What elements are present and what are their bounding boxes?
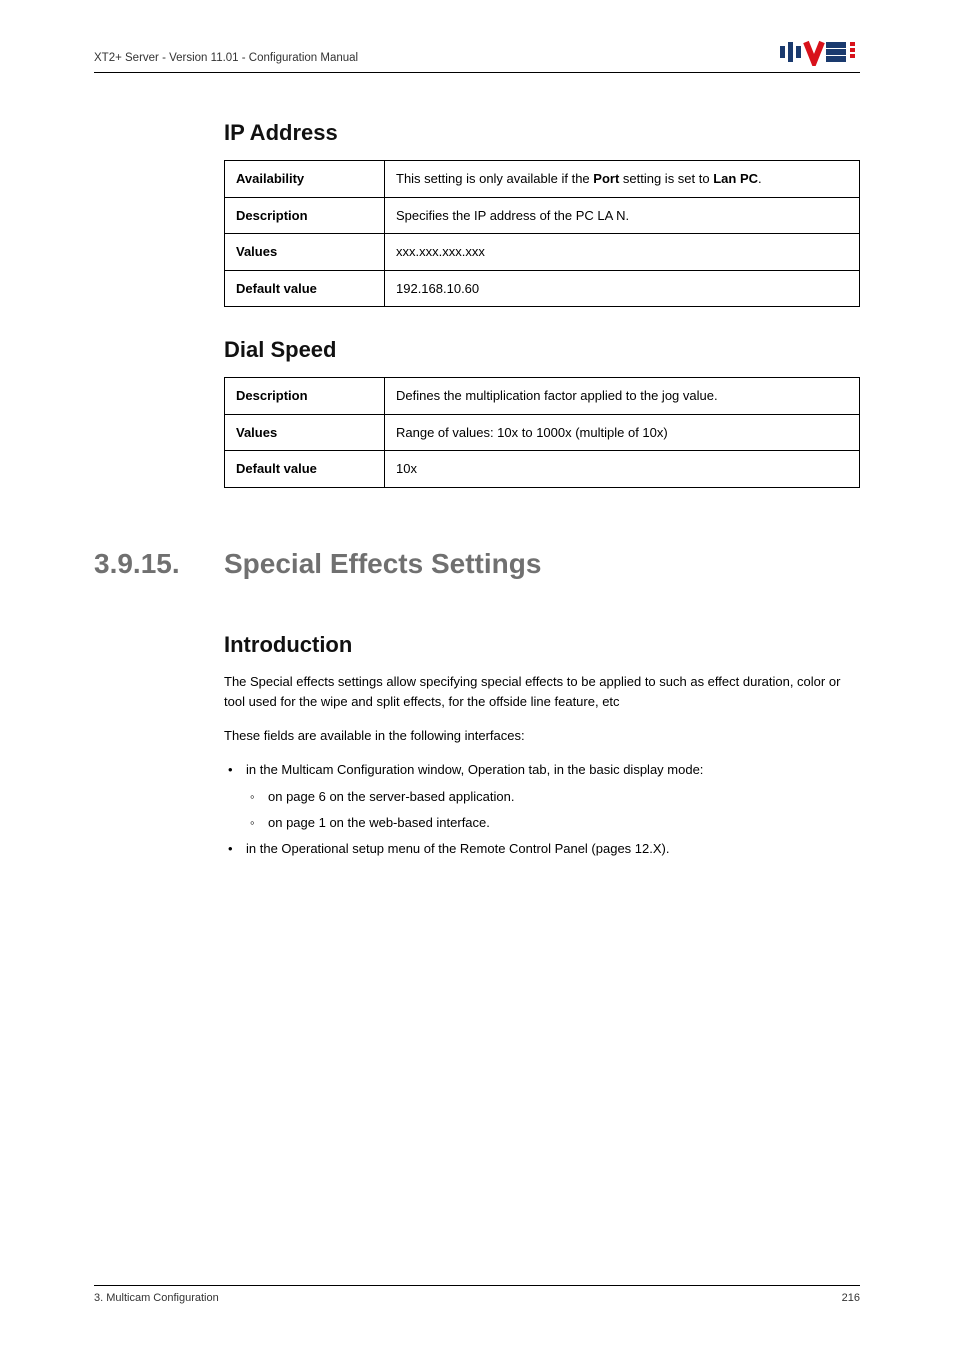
list-item: on page 1 on the web-based interface. [246, 813, 860, 833]
text-bold: Port [593, 171, 619, 186]
list-item: on page 6 on the server-based applicatio… [246, 787, 860, 807]
list-item: in the Operational setup menu of the Rem… [224, 839, 860, 859]
table-row: Values Range of values: 10x to 1000x (mu… [225, 414, 860, 451]
cell-label: Availability [225, 161, 385, 198]
table-row: Values xxx.xxx.xxx.xxx [225, 234, 860, 271]
intro-paragraph-2: These fields are available in the follow… [224, 726, 860, 746]
ip-address-table: Availability This setting is only availa… [224, 160, 860, 307]
cell-value: xxx.xxx.xxx.xxx [385, 234, 860, 271]
dial-speed-heading: Dial Speed [224, 337, 860, 363]
cell-label: Description [225, 378, 385, 415]
cell-label: Default value [225, 270, 385, 307]
list-item-text: in the Multicam Configuration window, Op… [246, 762, 703, 777]
cell-value: Specifies the IP address of the PC LA N. [385, 197, 860, 234]
section-heading-row: 3.9.15. Special Effects Settings [94, 548, 860, 580]
list-item: in the Multicam Configuration window, Op… [224, 760, 860, 832]
cell-value: Range of values: 10x to 1000x (multiple … [385, 414, 860, 451]
text: . [758, 171, 762, 186]
footer-left: 3. Multicam Configuration [94, 1292, 219, 1304]
header-rule [94, 72, 860, 73]
section-number: 3.9.15. [94, 548, 224, 580]
introduction-heading: Introduction [224, 632, 860, 658]
section-title: Special Effects Settings [224, 548, 541, 580]
dial-speed-table: Description Defines the multiplication f… [224, 377, 860, 488]
bullet-list-level-1: in the Multicam Configuration window, Op… [224, 760, 860, 859]
intro-paragraph-1: The Special effects settings allow speci… [224, 672, 860, 712]
cell-label: Values [225, 414, 385, 451]
text: setting is set to [619, 171, 713, 186]
cell-value: 10x [385, 451, 860, 488]
cell-value: 192.168.10.60 [385, 270, 860, 307]
cell-value: This setting is only available if the Po… [385, 161, 860, 198]
table-row: Default value 10x [225, 451, 860, 488]
table-row: Description Defines the multiplication f… [225, 378, 860, 415]
bullet-list-level-2: on page 6 on the server-based applicatio… [246, 787, 860, 833]
table-row: Description Specifies the IP address of … [225, 197, 860, 234]
evs-logo [780, 38, 860, 66]
footer-page-number: 216 [842, 1292, 860, 1304]
cell-label: Description [225, 197, 385, 234]
table-row: Default value 192.168.10.60 [225, 270, 860, 307]
ip-address-heading: IP Address [224, 120, 860, 146]
table-row: Availability This setting is only availa… [225, 161, 860, 198]
cell-value: Defines the multiplication factor applie… [385, 378, 860, 415]
cell-label: Values [225, 234, 385, 271]
text-bold: Lan PC [713, 171, 758, 186]
text: This setting is only available if the [396, 171, 593, 186]
header-left: XT2+ Server - Version 11.01 - Configurat… [94, 52, 358, 64]
cell-label: Default value [225, 451, 385, 488]
page-footer: 3. Multicam Configuration 216 [94, 1285, 860, 1304]
